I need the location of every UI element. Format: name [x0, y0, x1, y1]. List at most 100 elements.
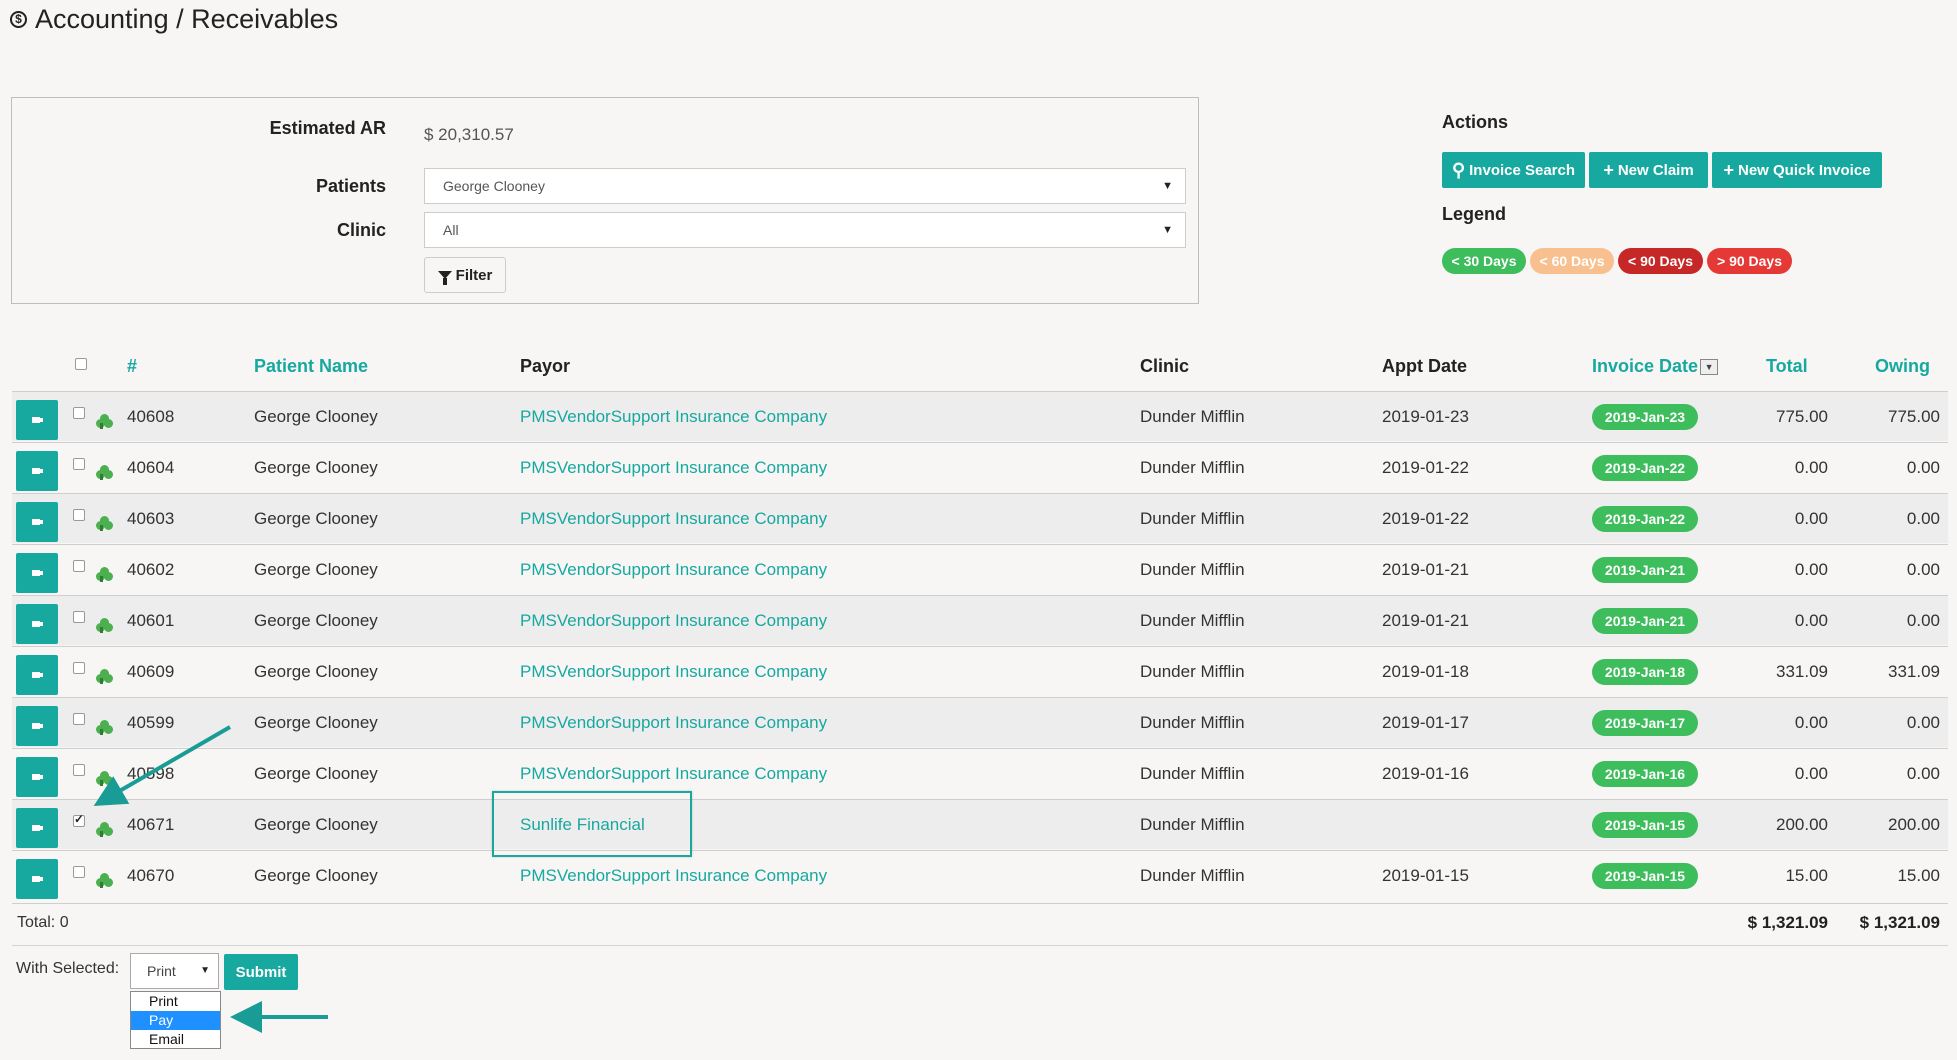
patient-name: George Clooney — [254, 866, 378, 885]
row-checkbox[interactable] — [73, 560, 85, 572]
total-amount: 0.00 — [1794, 764, 1828, 783]
clinic-name: Dunder Mifflin — [1140, 509, 1245, 528]
invoice-number: 40601 — [127, 611, 175, 630]
clinic-name: Dunder Mifflin — [1140, 815, 1245, 834]
open-invoice-button[interactable] — [16, 706, 58, 746]
clinic-name: Dunder Mifflin — [1140, 764, 1245, 783]
payor-link[interactable]: PMSVendorSupport Insurance Company — [520, 698, 827, 748]
open-invoice-button[interactable] — [16, 451, 58, 491]
open-invoice-button[interactable] — [16, 604, 58, 644]
open-invoice-button[interactable] — [16, 808, 58, 848]
owing-amount: 331.09 — [1888, 662, 1940, 681]
patient-name: George Clooney — [254, 407, 378, 426]
row-checkbox[interactable] — [73, 458, 85, 470]
new-quick-invoice-button[interactable]: + New Quick Invoice — [1712, 152, 1882, 188]
invoice-number: 40599 — [127, 713, 175, 732]
invoice-date-badge: 2019-Jan-21 — [1592, 608, 1698, 634]
owing-amount: 0.00 — [1906, 509, 1940, 528]
clover-icon[interactable] — [96, 771, 114, 789]
row-checkbox[interactable] — [73, 611, 85, 623]
total-amount: 0.00 — [1794, 713, 1828, 732]
clover-icon[interactable] — [96, 414, 114, 432]
patients-select[interactable]: George Clooney ▼ — [424, 168, 1186, 204]
table-row: 40609 George Clooney PMSVendorSupport Insu… — [12, 646, 1948, 696]
clinic-name: Dunder Mifflin — [1140, 407, 1245, 426]
open-invoice-button[interactable] — [16, 400, 58, 440]
clover-icon[interactable] — [96, 465, 114, 483]
clover-icon[interactable] — [96, 822, 114, 840]
clover-icon[interactable] — [96, 567, 114, 585]
new-claim-button[interactable]: + New Claim — [1589, 152, 1708, 188]
with-selected-select[interactable]: Print ▼ — [130, 953, 219, 989]
sort-down-icon[interactable]: ▼ — [1700, 358, 1719, 375]
dollar-circle-icon: $ — [10, 11, 27, 28]
owing-amount: 15.00 — [1897, 866, 1940, 885]
open-invoice-button[interactable] — [16, 757, 58, 797]
table-row: 40604 George Clooney PMSVendorSupport Insu… — [12, 442, 1948, 492]
invoice-search-label: Invoice Search — [1469, 161, 1576, 179]
open-invoice-button[interactable] — [16, 859, 58, 899]
invoice-search-button[interactable]: ⚲ Invoice Search — [1442, 152, 1585, 188]
invoice-number: 40603 — [127, 509, 175, 528]
select-all-checkbox[interactable] — [75, 358, 87, 370]
payor-link[interactable]: PMSVendorSupport Insurance Company — [520, 392, 827, 442]
option-pay[interactable]: Pay — [131, 1011, 220, 1030]
table-row: 40602 George Clooney PMSVendorSupport Insu… — [12, 544, 1948, 594]
table-row: 40608 George Clooney PMSVendorSupport Insu… — [12, 391, 1948, 441]
new-quick-invoice-label: New Quick Invoice — [1737, 161, 1871, 179]
with-selected-dropdown: Print Pay Email — [130, 991, 221, 1049]
col-owing-header[interactable]: Owing — [1875, 356, 1930, 377]
total-amount: 200.00 — [1776, 815, 1828, 834]
clover-icon[interactable] — [96, 669, 114, 687]
with-selected-value: Print — [147, 963, 176, 979]
page-title: $ Accounting / Receivables — [10, 4, 338, 35]
payor-link[interactable]: PMSVendorSupport Insurance Company — [520, 851, 827, 901]
payor-link[interactable]: PMSVendorSupport Insurance Company — [520, 494, 827, 544]
open-invoice-button[interactable] — [16, 553, 58, 593]
appt-date: 2019-01-21 — [1382, 560, 1469, 579]
row-checkbox[interactable] — [73, 866, 85, 878]
filter-button[interactable]: Filter — [424, 257, 506, 293]
option-email[interactable]: Email — [131, 1030, 220, 1049]
option-print[interactable]: Print — [131, 992, 220, 1011]
total-amount: 0.00 — [1794, 611, 1828, 630]
col-patient-header[interactable]: Patient Name — [254, 356, 368, 377]
clover-icon[interactable] — [96, 720, 114, 738]
clinic-name: Dunder Mifflin — [1140, 713, 1245, 732]
row-checkbox[interactable] — [73, 662, 85, 674]
clinic-name: Dunder Mifflin — [1140, 458, 1245, 477]
payor-link[interactable]: PMSVendorSupport Insurance Company — [520, 443, 827, 493]
payor-link[interactable]: PMSVendorSupport Insurance Company — [520, 596, 827, 646]
legend-60-days: < 60 Days — [1530, 248, 1614, 274]
invoice-number: 40671 — [127, 815, 175, 834]
clinic-select[interactable]: All ▼ — [424, 212, 1186, 248]
total-amount: 775.00 — [1776, 407, 1828, 426]
table-row: 40599 George Clooney PMSVendorSupport Insu… — [12, 697, 1948, 747]
patient-name: George Clooney — [254, 611, 378, 630]
col-appt-header: Appt Date — [1382, 356, 1467, 376]
row-checkbox[interactable] — [73, 509, 85, 521]
clover-icon[interactable] — [96, 618, 114, 636]
open-invoice-button[interactable] — [16, 655, 58, 695]
clover-icon[interactable] — [96, 873, 114, 891]
col-number-header[interactable]: # — [127, 356, 137, 377]
col-total-header[interactable]: Total — [1766, 356, 1808, 377]
submit-button[interactable]: Submit — [224, 954, 298, 990]
row-checkbox[interactable] — [73, 713, 85, 725]
clinic-label: Clinic — [336, 220, 386, 240]
chevron-down-icon: ▼ — [1162, 224, 1173, 236]
table-row: 40603 George Clooney PMSVendorSupport Insu… — [12, 493, 1948, 543]
invoice-date-badge: 2019-Jan-16 — [1592, 761, 1698, 787]
clover-icon[interactable] — [96, 516, 114, 534]
table-bottom-border — [12, 903, 1948, 904]
row-checkbox[interactable] — [73, 764, 85, 776]
row-checkbox[interactable] — [73, 812, 85, 827]
open-invoice-button[interactable] — [16, 502, 58, 542]
col-invoice-header[interactable]: Invoice Date ▼ — [1592, 356, 1719, 377]
total-amount: 331.09 — [1776, 662, 1828, 681]
page-title-text: Accounting / Receivables — [35, 4, 339, 34]
owing-amount: 0.00 — [1906, 764, 1940, 783]
payor-link[interactable]: PMSVendorSupport Insurance Company — [520, 647, 827, 697]
payor-link[interactable]: PMSVendorSupport Insurance Company — [520, 545, 827, 595]
row-checkbox[interactable] — [73, 407, 85, 419]
